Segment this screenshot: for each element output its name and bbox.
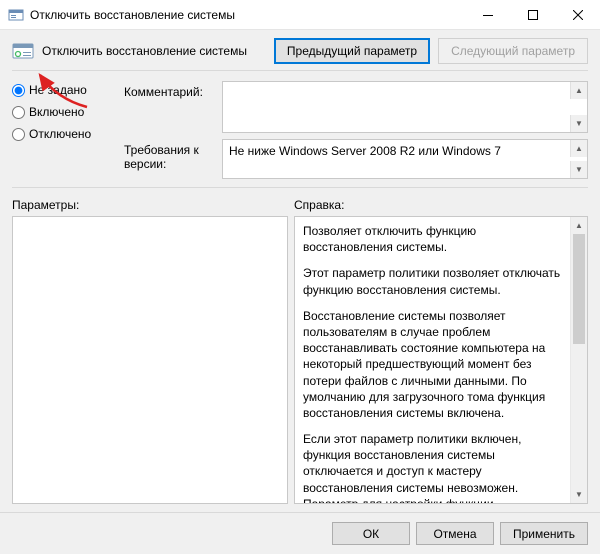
help-p3: Восстановление системы позволяет пользов…	[303, 308, 564, 421]
next-setting-button: Следующий параметр	[438, 38, 588, 64]
help-pane: Позволяет отключить функцию восстановлен…	[294, 216, 588, 504]
ok-button[interactable]: ОК	[332, 522, 410, 545]
requirements-row: Требования к версии: Не ниже Windows Ser…	[124, 139, 588, 179]
scroll-down-icon[interactable]: ▼	[570, 161, 587, 178]
window-title: Отключить восстановление системы	[30, 8, 465, 22]
panes: Позволяет отключить функцию восстановлен…	[0, 216, 600, 504]
comment-field[interactable]: ▲ ▼	[222, 81, 588, 133]
requirements-label: Требования к версии:	[124, 139, 214, 171]
apply-button[interactable]: Применить	[500, 522, 588, 545]
help-p4: Если этот параметр политики включен, фун…	[303, 431, 564, 503]
content-area: Отключить восстановление системы Предыду…	[0, 30, 600, 554]
window-controls	[465, 0, 600, 29]
previous-setting-button[interactable]: Предыдущий параметр	[274, 38, 430, 64]
requirements-value: Не ниже Windows Server 2008 R2 или Windo…	[223, 140, 587, 162]
scroll-up-icon[interactable]: ▲	[570, 140, 587, 157]
params-section-label: Параметры:	[12, 198, 294, 212]
footer: ОК Отмена Применить	[0, 512, 600, 554]
minimize-button[interactable]	[465, 0, 510, 30]
config-area: Не задано Включено Отключено Комментарий…	[0, 71, 600, 183]
policy-icon	[12, 40, 34, 62]
radio-disabled-input[interactable]	[12, 128, 25, 141]
radio-enabled-label: Включено	[29, 105, 84, 119]
radio-disabled[interactable]: Отключено	[12, 127, 112, 141]
scroll-down-icon[interactable]: ▼	[570, 115, 587, 132]
help-section-label: Справка:	[294, 198, 588, 212]
radio-enabled-input[interactable]	[12, 106, 25, 119]
policy-header: Отключить восстановление системы Предыду…	[0, 30, 600, 70]
cancel-button[interactable]: Отмена	[416, 522, 494, 545]
comment-label: Комментарий:	[124, 81, 214, 99]
radio-not-configured-input[interactable]	[12, 84, 25, 97]
titlebar: Отключить восстановление системы	[0, 0, 600, 30]
fields-column: Комментарий: ▲ ▼ Требования к версии: Не…	[124, 81, 588, 179]
radio-disabled-label: Отключено	[29, 127, 91, 141]
scroll-up-icon[interactable]: ▲	[570, 82, 587, 99]
scroll-down-icon[interactable]: ▼	[571, 486, 587, 503]
comment-row: Комментарий: ▲ ▼	[124, 81, 588, 133]
help-p2: Этот параметр политики позволяет отключа…	[303, 265, 564, 297]
parameters-pane	[12, 216, 288, 504]
scrollbar-track[interactable]	[571, 234, 587, 486]
scrollbar-thumb[interactable]	[573, 234, 585, 344]
help-text: Позволяет отключить функцию восстановлен…	[295, 217, 570, 503]
policy-title: Отключить восстановление системы	[42, 44, 266, 58]
requirements-field: Не ниже Windows Server 2008 R2 или Windo…	[222, 139, 588, 179]
section-labels: Параметры: Справка:	[0, 188, 600, 216]
radio-not-configured-label: Не задано	[29, 83, 87, 97]
scroll-up-icon[interactable]: ▲	[571, 217, 587, 234]
app-icon	[8, 7, 24, 23]
radio-enabled[interactable]: Включено	[12, 105, 112, 119]
help-p1: Позволяет отключить функцию восстановлен…	[303, 223, 564, 255]
state-radio-group: Не задано Включено Отключено	[12, 81, 112, 179]
maximize-button[interactable]	[510, 0, 555, 30]
help-scrollbar[interactable]: ▲ ▼	[570, 217, 587, 503]
radio-not-configured[interactable]: Не задано	[12, 83, 112, 97]
close-button[interactable]	[555, 0, 600, 30]
comment-value	[223, 82, 587, 90]
